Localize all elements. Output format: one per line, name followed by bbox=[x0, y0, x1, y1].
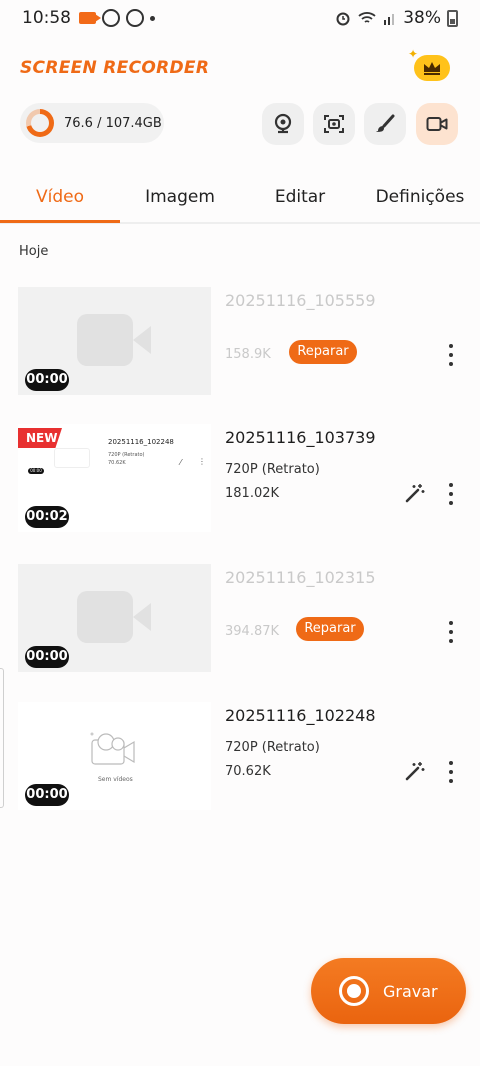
preview-resolution: 720P (Retrato) bbox=[108, 452, 145, 458]
premium-button[interactable] bbox=[414, 55, 450, 81]
record-button[interactable]: Gravar bbox=[311, 958, 466, 1024]
video-placeholder-icon bbox=[77, 314, 151, 366]
duration-badge: 00:02 bbox=[25, 506, 69, 528]
edge-panel-handle[interactable] bbox=[0, 668, 4, 808]
magic-wand-icon[interactable] bbox=[404, 760, 426, 782]
list-item[interactable]: 00:00 20251116_105559 158.9K Reparar bbox=[0, 287, 480, 395]
crown-icon bbox=[424, 62, 440, 75]
screenshot-button[interactable] bbox=[313, 103, 355, 145]
storage-indicator[interactable]: 76.6 / 107.4GB bbox=[20, 103, 164, 143]
storage-text: 76.6 / 107.4GB bbox=[64, 115, 162, 131]
preview-wand-icon: ⁄ bbox=[180, 458, 182, 467]
empty-camera-icon bbox=[90, 732, 135, 765]
video-resolution: 720P (Retrato) bbox=[225, 462, 320, 477]
video-thumbnail[interactable]: 00:00 bbox=[18, 564, 211, 672]
video-size: 158.9K bbox=[225, 347, 271, 362]
video-size: 70.62K bbox=[225, 764, 271, 779]
duration-badge: 00:00 bbox=[25, 369, 69, 391]
section-label-today: Hoje bbox=[19, 244, 49, 259]
webcam-button[interactable] bbox=[262, 103, 304, 145]
video-thumbnail[interactable]: NEW 20251116_102248 720P (Retrato) 70.62… bbox=[18, 424, 211, 532]
video-title: 20251116_102315 bbox=[225, 568, 376, 587]
brush-icon bbox=[376, 114, 395, 132]
tab-settings[interactable]: Definições bbox=[360, 176, 480, 222]
magic-wand-icon[interactable] bbox=[404, 482, 426, 504]
record-button-label: Gravar bbox=[383, 981, 438, 1001]
video-size: 394.87K bbox=[225, 624, 280, 639]
list-item[interactable]: Sem vídeos 00:00 20251116_102248 720P (R… bbox=[0, 702, 480, 810]
battery-icon bbox=[447, 9, 458, 27]
preview-empty-text: Sem vídeos bbox=[98, 776, 133, 783]
record-video-button[interactable] bbox=[416, 103, 458, 145]
list-item[interactable]: 00:00 20251116_102315 394.87K Reparar bbox=[0, 564, 480, 672]
headset-notification-icon bbox=[102, 9, 120, 27]
storage-ring bbox=[26, 109, 54, 137]
video-title: 20251116_105559 bbox=[225, 291, 376, 310]
wifi-icon bbox=[358, 12, 376, 23]
video-size: 181.02K bbox=[225, 486, 280, 501]
status-bar: 10:58 38% bbox=[0, 0, 480, 36]
status-notification-icons bbox=[79, 9, 155, 27]
recording-notification-icon bbox=[79, 12, 101, 24]
preview-image bbox=[54, 448, 90, 468]
duration-badge: 00:00 bbox=[25, 646, 69, 668]
tab-edit[interactable]: Editar bbox=[240, 176, 360, 222]
tab-image[interactable]: Imagem bbox=[120, 176, 240, 222]
battery-percentage: 38% bbox=[403, 8, 441, 28]
preview-size: 70.62K bbox=[108, 460, 126, 466]
preview-title: 20251116_102248 bbox=[108, 438, 174, 446]
screenshot-icon bbox=[324, 115, 344, 133]
signal-icon bbox=[384, 14, 395, 25]
record-icon bbox=[339, 976, 369, 1006]
repair-button[interactable]: Reparar bbox=[289, 340, 357, 364]
status-time: 10:58 bbox=[22, 8, 71, 28]
status-system-icons: 38% bbox=[335, 8, 458, 28]
new-badge: NEW bbox=[18, 428, 62, 448]
app-notification-icon bbox=[126, 9, 144, 27]
video-resolution: 720P (Retrato) bbox=[225, 740, 320, 755]
alarm-icon bbox=[336, 12, 350, 26]
list-item[interactable]: NEW 20251116_102248 720P (Retrato) 70.62… bbox=[0, 424, 480, 532]
repair-button[interactable]: Reparar bbox=[296, 617, 364, 641]
more-options-icon[interactable] bbox=[448, 761, 454, 783]
preview-more-icon: ⋮ bbox=[198, 457, 206, 466]
more-options-icon[interactable] bbox=[448, 621, 454, 643]
preview-duration: 00:00 bbox=[28, 468, 44, 474]
more-options-icon[interactable] bbox=[448, 483, 454, 505]
video-thumbnail[interactable]: 00:00 bbox=[18, 287, 211, 395]
video-thumbnail[interactable]: Sem vídeos 00:00 bbox=[18, 702, 211, 810]
tab-video[interactable]: Vídeo bbox=[0, 176, 120, 222]
video-title: 20251116_103739 bbox=[225, 428, 376, 447]
app-title: SCREEN RECORDER bbox=[20, 58, 210, 78]
webcam-icon bbox=[274, 113, 292, 134]
video-title: 20251116_102248 bbox=[225, 706, 376, 725]
sparkle-icon: ✦ bbox=[408, 47, 419, 61]
more-notifications-icon bbox=[150, 15, 155, 21]
more-options-icon[interactable] bbox=[448, 344, 454, 366]
duration-badge: 00:00 bbox=[25, 784, 69, 806]
brush-button[interactable] bbox=[364, 103, 406, 145]
active-tab-indicator bbox=[0, 220, 120, 223]
video-camera-icon bbox=[426, 117, 448, 131]
tab-bar: Vídeo Imagem Editar Definições bbox=[0, 176, 480, 224]
video-placeholder-icon bbox=[77, 591, 151, 643]
